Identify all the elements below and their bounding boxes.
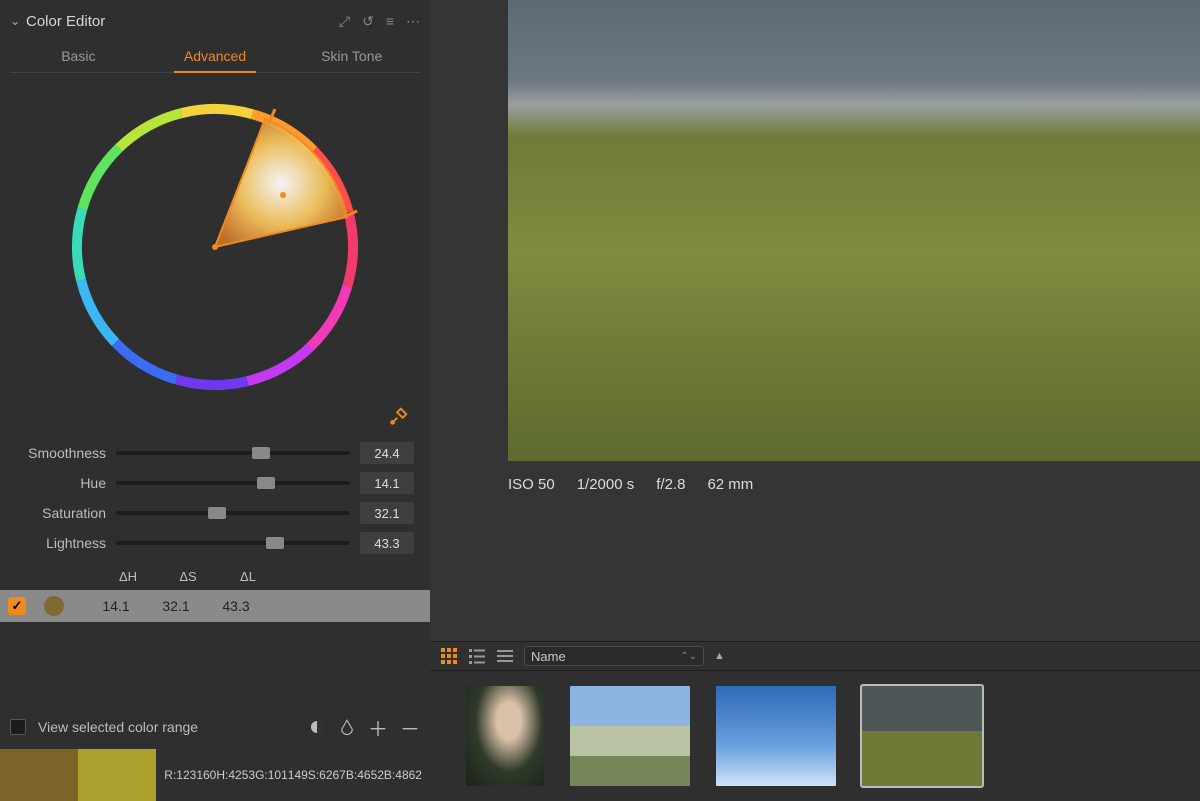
collapse-icon[interactable]: ⌄ [10,14,26,28]
tabs: Basic Advanced Skin Tone [10,42,420,73]
delta-swatch [44,596,64,616]
slider-label: Saturation [16,505,106,521]
meta-shutter: 1/2000 s [577,476,635,493]
slider-hue: Hue 14.1 [16,468,414,498]
sliders: Smoothness 24.4 Hue 14.1 Saturation 32.1… [10,438,420,558]
thumbnail[interactable] [862,686,982,786]
slider-track[interactable] [116,481,350,485]
slider-saturation: Saturation 32.1 [16,498,414,528]
meta-focal: 62 mm [707,476,753,493]
invert-icon[interactable] [338,718,356,736]
delta-row[interactable]: ✓ 14.1 32.1 43.3 [0,590,430,622]
browser-toolbar: Name ⌃⌄ ▲ [430,641,1200,671]
sort-dropdown[interactable]: Name ⌃⌄ [524,646,704,666]
delta-dl: 43.3 [206,598,266,614]
slider-value[interactable]: 14.1 [360,472,414,494]
expand-icon[interactable]: ⤢ [339,13,350,30]
thumbnail[interactable] [570,686,690,786]
filmstrip [430,671,1200,801]
delta-checkbox[interactable]: ✓ [8,597,26,615]
view-range-label: View selected color range [38,719,296,735]
color-editor-panel: ⌄ Color Editor ⤢ ↺ ≡ ⋯ Basic Advanced Sk… [0,0,430,801]
slider-label: Lightness [16,535,106,551]
sort-field: Name [531,649,566,664]
mask-icon[interactable] [308,718,326,736]
sort-direction-icon[interactable]: ▲ [714,650,725,662]
meta-aperture: f/2.8 [656,476,685,493]
chevron-updown-icon: ⌃⌄ [680,651,697,662]
grid-view-icon[interactable] [440,647,458,665]
delta-ds: 32.1 [146,598,206,614]
meta-iso: ISO 50 [508,476,555,493]
header-dl: ΔL [218,569,278,584]
view-range-checkbox[interactable] [10,719,26,735]
header-dh: ΔH [98,569,158,584]
slider-label: Smoothness [16,445,106,461]
color-wheel[interactable] [10,73,420,405]
details-view-icon[interactable] [496,647,514,665]
thumbnail[interactable] [716,686,836,786]
delta-dh: 14.1 [86,598,146,614]
tab-skin-tone[interactable]: Skin Tone [283,42,420,72]
color-readout: R: 123 160 H: 42 53 G: 101 149 S: 62 67 … [156,749,430,801]
viewer-area: ISO 50 1/2000 s f/2.8 62 mm Name ⌃⌄ ▲ [430,0,1200,801]
slider-track[interactable] [116,511,350,515]
delta-header: ΔH ΔS ΔL [10,562,420,590]
image-metadata: ISO 50 1/2000 s f/2.8 62 mm [508,476,753,493]
slider-value[interactable]: 24.4 [360,442,414,464]
remove-icon[interactable]: － [400,713,420,742]
slider-value[interactable]: 43.3 [360,532,414,554]
menu-icon[interactable]: ⋯ [406,13,420,30]
swatch-row: R: 123 160 H: 42 53 G: 101 149 S: 62 67 … [0,749,430,801]
header-ds: ΔS [158,569,218,584]
slider-smoothness: Smoothness 24.4 [16,438,414,468]
slider-value[interactable]: 32.1 [360,502,414,524]
image-viewer[interactable]: ISO 50 1/2000 s f/2.8 62 mm [430,0,1200,641]
swatch-after [78,749,156,801]
panel-footer: View selected color range ＋ － [10,709,420,745]
slider-track[interactable] [116,541,350,545]
slider-label: Hue [16,475,106,491]
thumbnail[interactable] [466,686,544,786]
eyedropper-icon[interactable] [388,405,410,432]
panel-title: Color Editor [26,13,339,30]
slider-lightness: Lightness 43.3 [16,528,414,558]
slider-track[interactable] [116,451,350,455]
panel-header: ⌄ Color Editor ⤢ ↺ ≡ ⋯ [10,6,420,36]
swatch-before [0,749,78,801]
tab-advanced[interactable]: Advanced [147,42,284,72]
tab-basic[interactable]: Basic [10,42,147,72]
undo-icon[interactable]: ↺ [362,13,374,30]
list-view-icon[interactable] [468,647,486,665]
preview-image [508,0,1200,461]
reset-icon[interactable]: ≡ [386,13,394,30]
add-icon[interactable]: ＋ [368,713,388,742]
